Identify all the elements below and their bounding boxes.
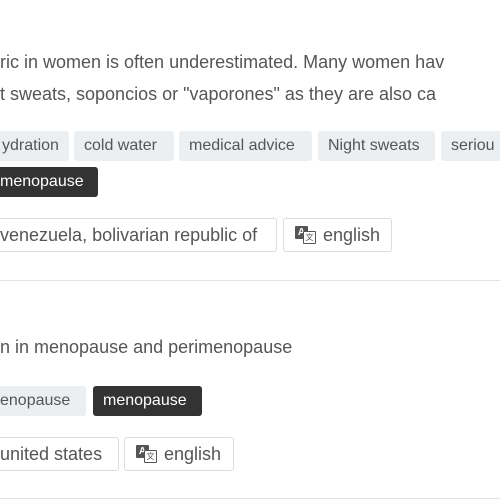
country-chip[interactable]: united states [0,437,119,471]
tag[interactable]: Night sweats [318,131,435,161]
divider [0,498,500,499]
divider [0,280,500,281]
tag-active[interactable]: menopause [0,167,98,197]
item-description: ric in women is often underestimated. Ma… [0,52,445,72]
country-label: united states [0,444,103,464]
tag[interactable]: ydration [0,131,69,161]
language-label: english [164,444,222,464]
language-chip[interactable]: A 文 english [283,218,392,252]
language-chip[interactable]: A 文 english [124,437,234,471]
tag-active[interactable]: menopause [93,386,202,416]
tag[interactable]: cold water [74,131,174,161]
translate-icon: A文 [295,226,317,244]
item-description: t sweats, soponcios or "vaporones" as th… [0,84,437,104]
tag[interactable]: seriou [441,131,500,161]
country-label: venezuela, bolivarian republic of [0,225,258,245]
language-label: english [323,225,381,245]
tag[interactable]: medical advice [179,131,312,161]
tag[interactable]: enopause [0,386,86,416]
country-chip[interactable]: venezuela, bolivarian republic of [0,218,277,252]
translate-icon: A文 [136,445,158,463]
item-title[interactable]: n in menopause and perimenopause [0,336,292,358]
